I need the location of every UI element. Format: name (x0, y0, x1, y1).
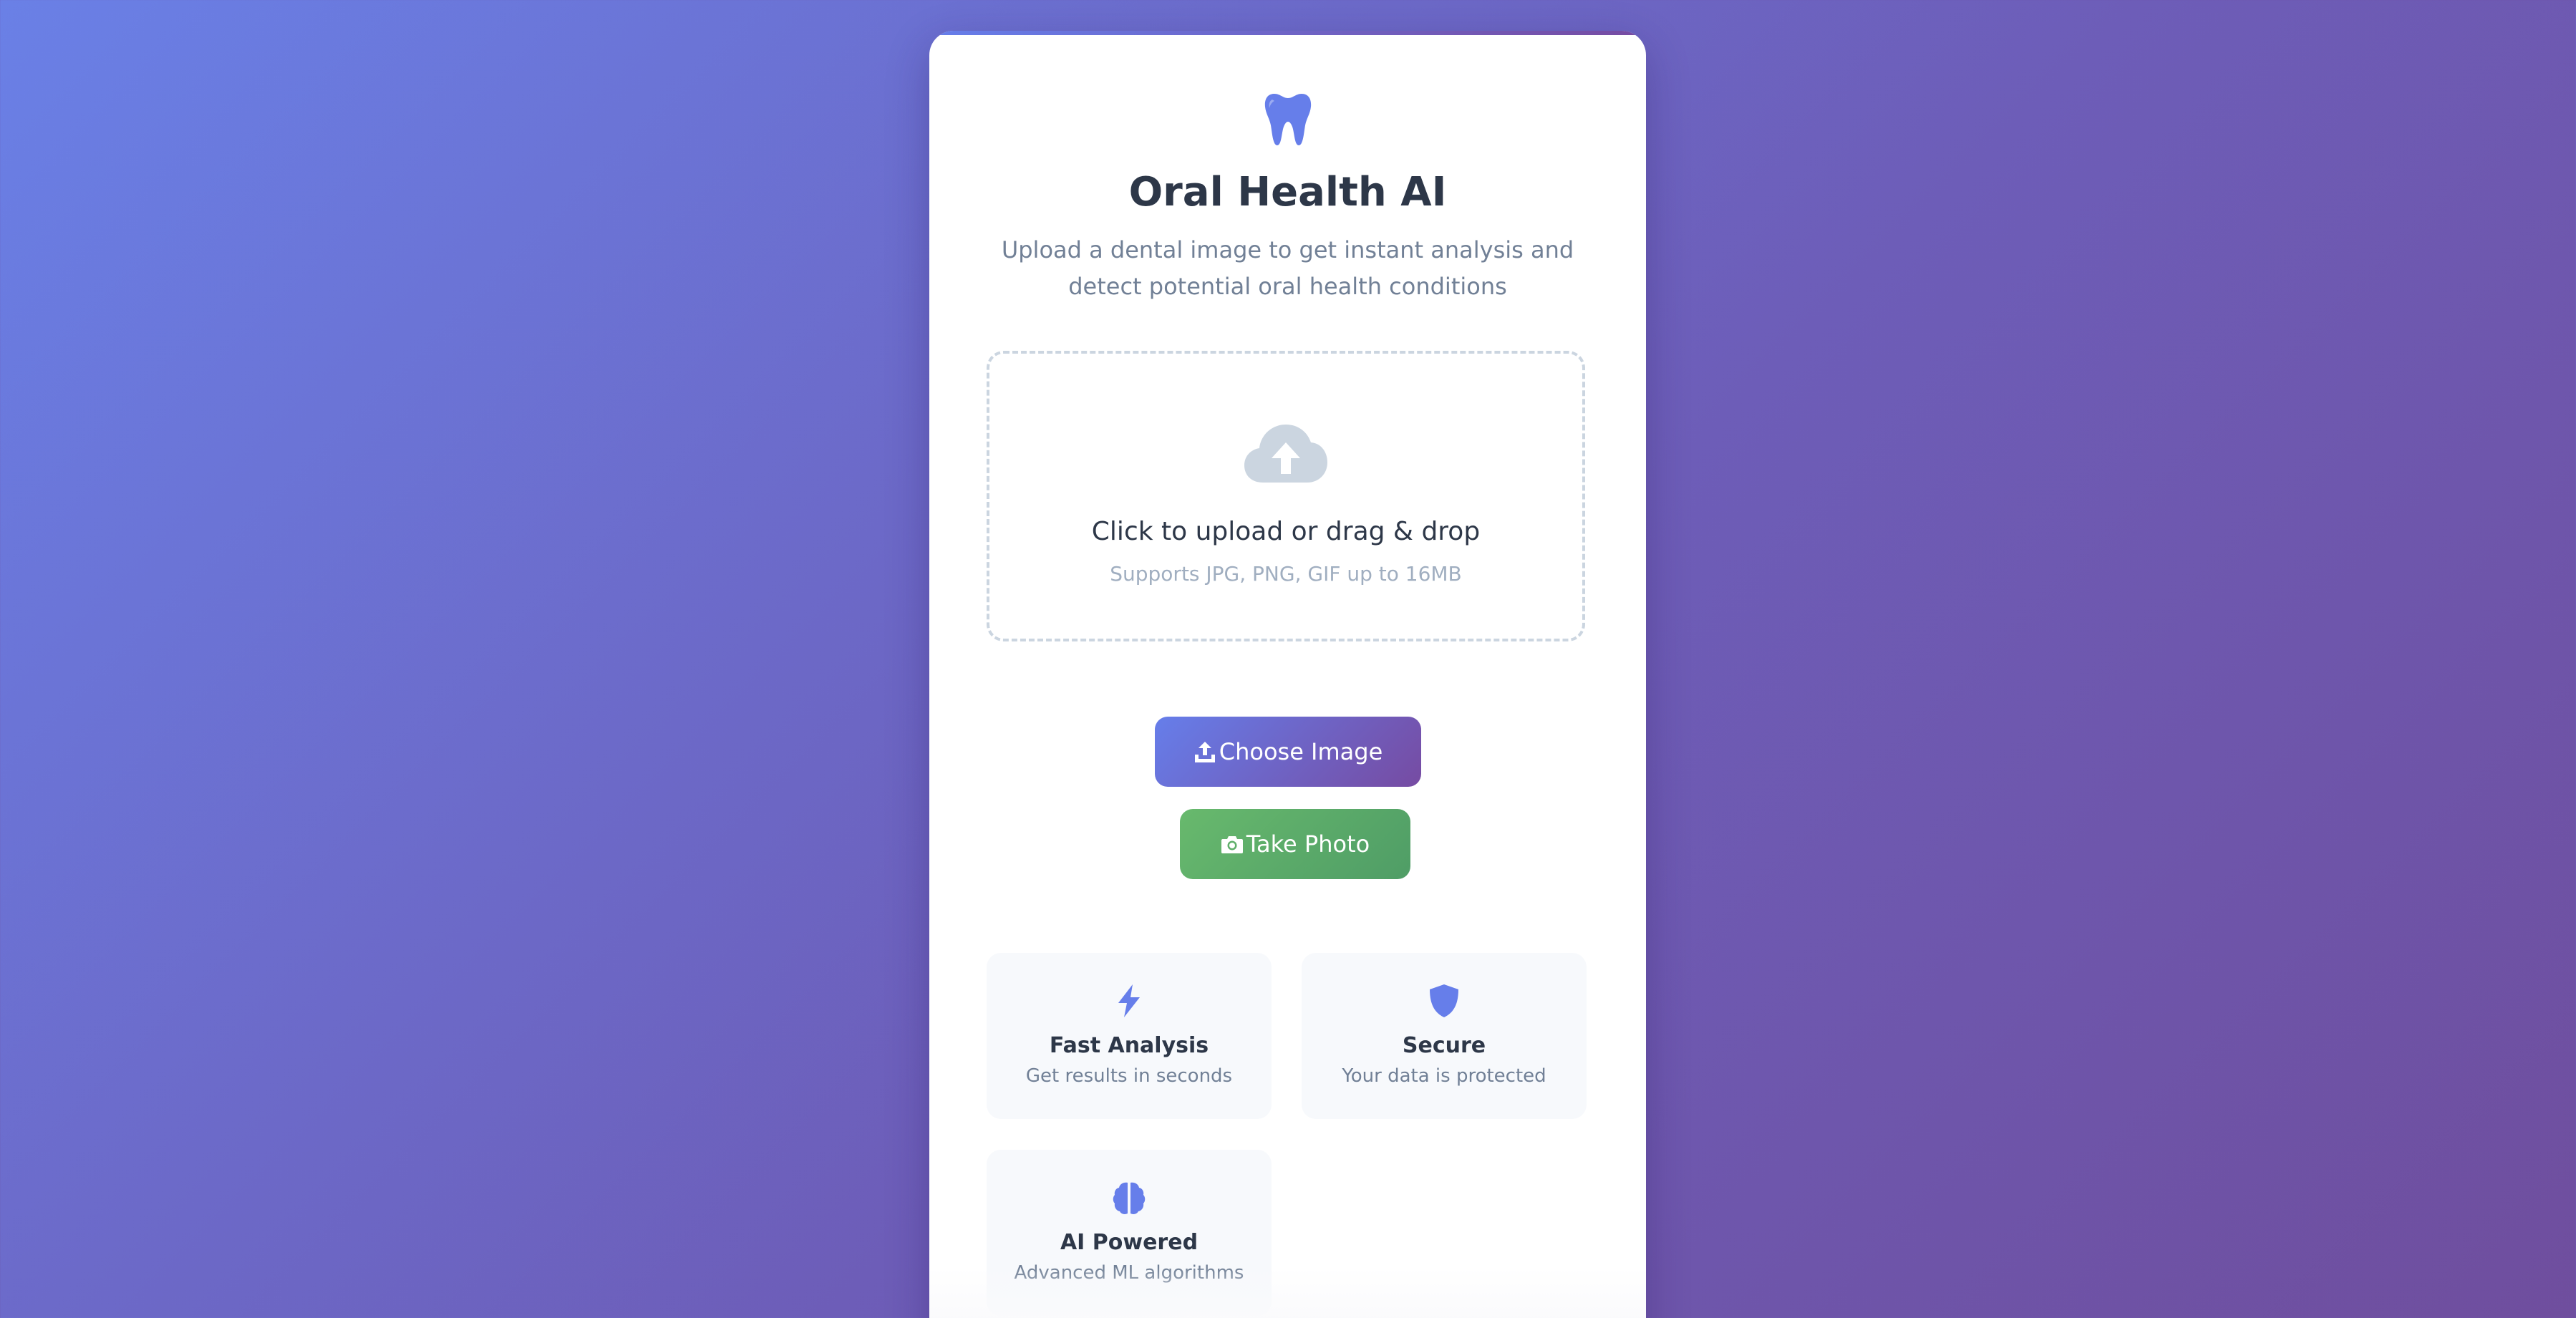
upload-sub-text: Supports JPG, PNG, GIF up to 16MB (1110, 562, 1462, 586)
tooth-icon (1264, 94, 1311, 145)
page-subtitle: Upload a dental image to get instant ana… (1001, 236, 1574, 301)
page-title: Oral Health AI (1128, 169, 1447, 215)
feature-title: Secure (1402, 1033, 1486, 1058)
choose-image-label: Choose Image (1219, 738, 1383, 765)
feature-title: Fast Analysis (1049, 1033, 1209, 1058)
take-photo-button[interactable]: Take Photo (1180, 809, 1410, 879)
feature-card-secure: Secure Your data is protected (1302, 953, 1587, 1119)
bolt-icon (1118, 984, 1140, 1017)
choose-image-button[interactable]: Choose Image (1155, 717, 1421, 787)
upload-dropzone[interactable]: Click to upload or drag & drop Supports … (987, 351, 1585, 641)
feature-card-fast-analysis: Fast Analysis Get results in seconds (987, 953, 1272, 1119)
upload-main-text: Click to upload or drag & drop (1091, 517, 1481, 546)
cloud-upload-icon (1244, 425, 1327, 483)
feature-title: AI Powered (1060, 1230, 1199, 1255)
shield-icon (1430, 984, 1458, 1017)
card-accent-bar (929, 31, 1646, 35)
feature-description: Get results in seconds (1025, 1065, 1233, 1087)
camera-icon (1221, 836, 1243, 853)
upload-icon (1194, 742, 1215, 762)
brain-icon (1113, 1182, 1146, 1214)
main-card: Oral Health AI Upload a dental image to … (929, 31, 1646, 1318)
take-photo-label: Take Photo (1246, 830, 1370, 858)
feature-description: Advanced ML algorithms (1014, 1262, 1244, 1284)
feature-description: Your data is protected (1342, 1065, 1546, 1087)
feature-card-ai-powered: AI Powered Advanced ML algorithms (987, 1150, 1272, 1316)
header: Oral Health AI Upload a dental image to … (929, 92, 1646, 305)
